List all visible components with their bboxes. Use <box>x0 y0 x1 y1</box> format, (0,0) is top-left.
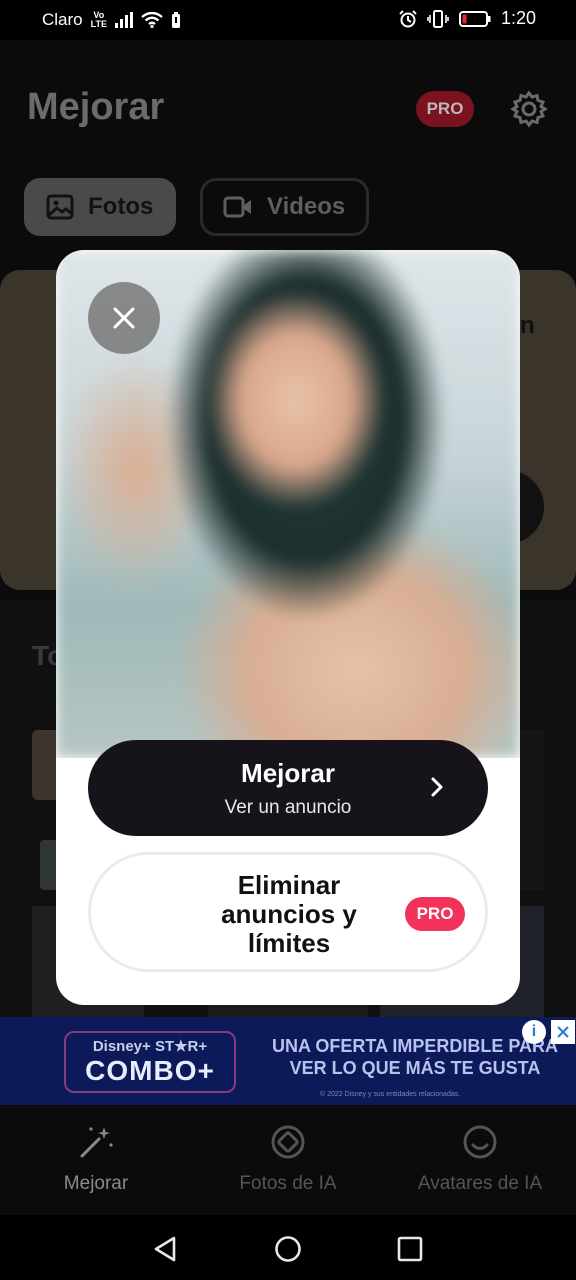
clock-time: 1:20 <box>500 8 536 28</box>
home-icon[interactable] <box>274 1235 302 1263</box>
close-button[interactable] <box>88 282 160 354</box>
ad-banner[interactable]: Disney+ ST★R+ COMBO+ UNA OFERTA IMPERDIB… <box>0 1017 576 1105</box>
ad-close-button[interactable] <box>551 1020 575 1044</box>
chevron-right-icon <box>431 777 443 797</box>
nav-label-fotos-ia: Fotos de IA <box>239 1173 337 1194</box>
video-camera-icon <box>223 196 251 218</box>
carrier-label: Claro <box>42 10 83 29</box>
ai-photos-icon <box>271 1125 305 1159</box>
tab-fotos-label: Fotos <box>88 193 154 220</box>
enhance-watch-ad-button[interactable]: Mejorar Ver un anuncio <box>88 740 488 836</box>
close-icon <box>113 307 135 329</box>
tab-fotos[interactable]: Fotos <box>24 178 176 236</box>
pro-badge: PRO <box>405 897 465 931</box>
magic-wand-icon <box>80 1127 113 1158</box>
close-icon <box>557 1026 569 1038</box>
volte-indicator: Vo LTE <box>90 10 107 29</box>
alarm-icon <box>399 9 417 27</box>
nav-item-avatares-ia[interactable]: Avatares de IA <box>410 1123 550 1195</box>
enhance-button-label: Mejorar <box>241 757 335 788</box>
nav-label-mejorar: Mejorar <box>63 1173 129 1194</box>
vibrate-icon <box>427 9 449 28</box>
upgrade-dialog: Mejorar Ver un anuncio Eliminar anuncios… <box>56 250 520 1005</box>
remove-ads-label: Eliminar anuncios y límites <box>221 870 357 958</box>
ad-logo: Disney+ ST★R+ COMBO+ <box>64 1031 236 1093</box>
battery-saver-icon <box>171 12 180 28</box>
wifi-icon <box>141 12 163 28</box>
pro-badge-button[interactable]: PRO <box>416 91 474 127</box>
ad-fine-print: © 2022 Disney y sus entidades relacionad… <box>320 1091 461 1098</box>
nav-item-fotos-ia[interactable]: Fotos de IA <box>236 1123 340 1195</box>
tab-videos-label: Videos <box>267 193 346 220</box>
nav-label-avatares-ia: Avatares de IA <box>417 1173 543 1194</box>
back-icon[interactable] <box>152 1235 178 1263</box>
system-navigation-bar <box>0 1215 576 1280</box>
remove-ads-button[interactable]: Eliminar anuncios y límites PRO <box>88 852 488 972</box>
smiley-avatar-icon <box>463 1125 497 1159</box>
gear-icon[interactable] <box>510 90 548 128</box>
feature-card-partial-text: n <box>520 312 535 339</box>
battery-low-icon <box>458 10 491 27</box>
nav-item-mejorar[interactable]: Mejorar <box>60 1123 132 1195</box>
recents-icon[interactable] <box>397 1236 423 1262</box>
signal-icon <box>114 12 133 28</box>
ad-info-icon[interactable]: i <box>522 1020 546 1044</box>
enhance-button-sublabel: Ver un anuncio <box>224 796 352 818</box>
bottom-navigation: Mejorar Fotos de IA Avatares de IA <box>0 1105 576 1215</box>
page-title: Mejorar <box>27 86 165 128</box>
tab-videos[interactable]: Videos <box>200 178 369 236</box>
ad-headline: UNA OFERTA IMPERDIBLE PARA VER LO QUE MÁ… <box>272 1036 558 1078</box>
image-icon <box>46 194 74 220</box>
status-bar: Claro Vo LTE 1:20 <box>0 0 576 40</box>
